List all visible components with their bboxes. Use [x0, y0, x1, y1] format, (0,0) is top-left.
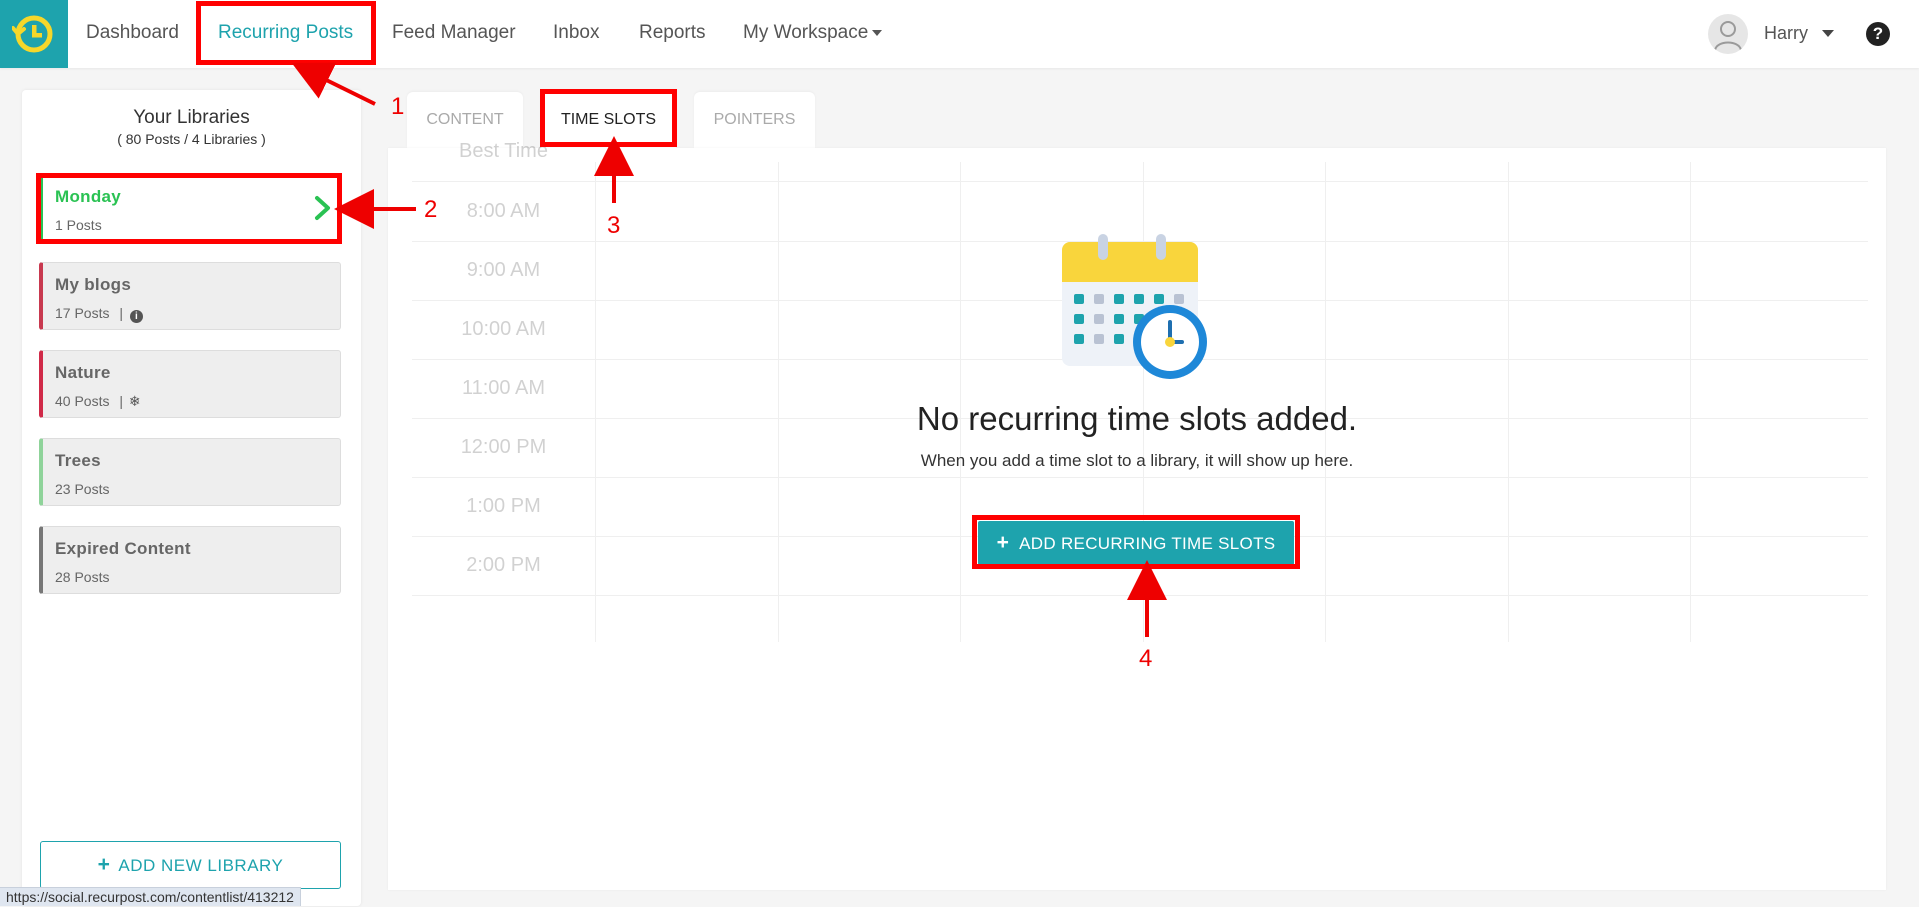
annotation-arrow — [291, 62, 376, 106]
annotation-label: 1 — [391, 93, 405, 120]
annotation-label: 2 — [424, 196, 438, 223]
status-bar-url: https://social.recurpost.com/contentlist… — [0, 887, 301, 906]
annotation-label: 4 — [1139, 645, 1153, 672]
annotation-label: 3 — [607, 212, 621, 239]
annotation-arrows — [291, 62, 1167, 637]
